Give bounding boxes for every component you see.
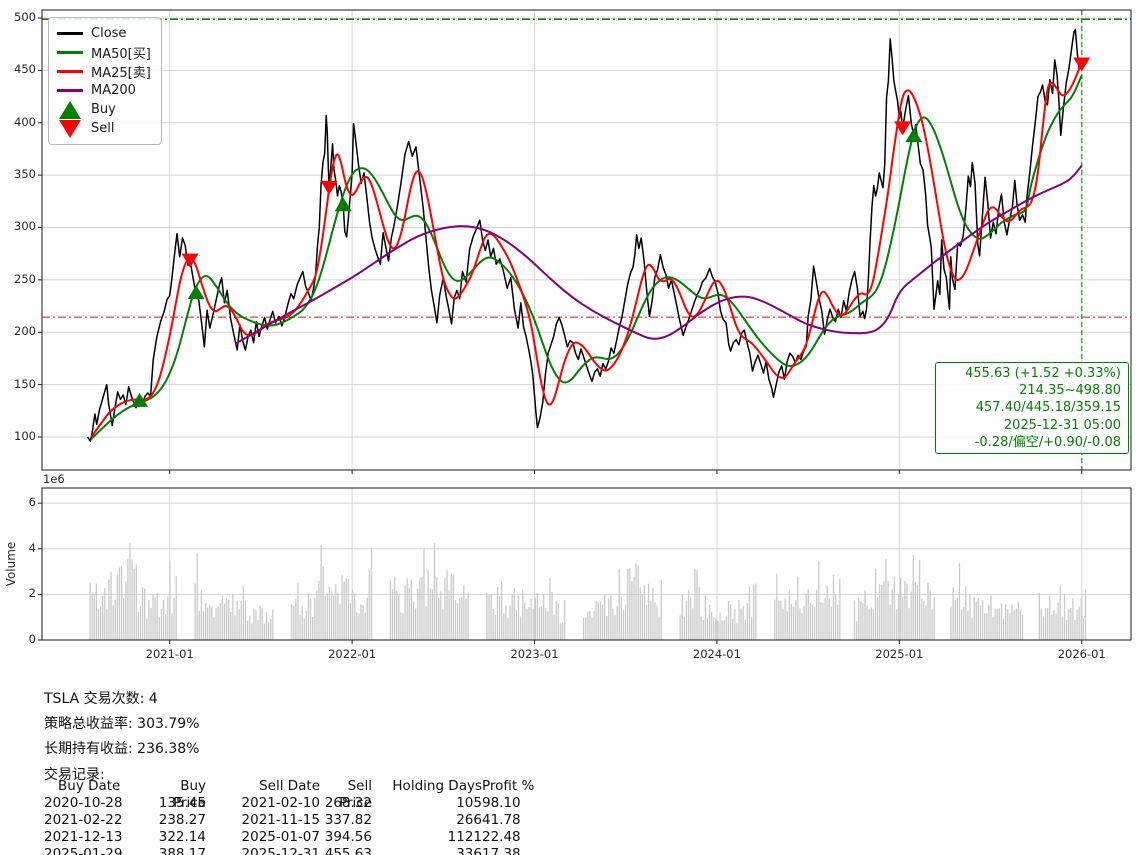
date-tick-label: 2023-01 (510, 647, 559, 661)
price-tick-label: 100 (14, 429, 36, 443)
cell: 98.10 (482, 795, 521, 811)
trade-row: 2025-01-29 388.17 2025-12-31 455.63 336 17.38 (44, 846, 556, 855)
cell: 2020-10-28 (44, 795, 123, 811)
legend-line-swatch-wrap (57, 70, 83, 73)
legend-marker-swatch-wrap (57, 119, 83, 138)
legend-line-swatch-wrap (57, 89, 83, 92)
volume-tick-label: 6 (28, 495, 36, 510)
cell: 268.32 (324, 795, 372, 811)
volume-axis-label: Volume (4, 541, 18, 587)
cell: 2021-02-10 (241, 795, 320, 811)
trade-count-line: TSLA 交易次数: 4 (44, 691, 158, 707)
legend-line-swatch-wrap (57, 32, 83, 35)
legend-label: Buy (91, 102, 116, 117)
legend-marker-swatch-wrap (57, 100, 83, 119)
legend-label: Close (91, 26, 127, 41)
cell: 337.82 (324, 812, 372, 828)
legend-line-swatch (57, 32, 83, 35)
legend-line-swatch (57, 89, 83, 92)
volume-offset-label: 1e6 (43, 472, 65, 486)
cell: 2025-12-31 (241, 846, 320, 855)
cell: 2021-12-13 (44, 829, 123, 845)
date-tick-label: 2021-01 (145, 647, 194, 661)
cell: 135.45 (158, 795, 206, 811)
legend-item-ma25-: MA25[卖] (57, 62, 151, 81)
trade-table: Buy Date Buy Price Sell Date Sell Price Hold… (44, 778, 556, 855)
price-tick-label: 400 (14, 114, 36, 129)
annotation-signal-line: -0.28/偏空/+0.90/-0.08 (974, 434, 1121, 450)
cell: 2021-11-15 (241, 812, 320, 828)
cell: 455.63 (324, 846, 372, 855)
price-tick-label: 300 (14, 219, 36, 234)
trade-row: 2021-12-13 322.14 2025-01-07 394.56 1121 22.4… (44, 829, 556, 846)
legend-item-sell: Sell (57, 119, 151, 138)
volume-tick-label: 2 (28, 586, 36, 601)
cell: 238.27 (158, 812, 206, 828)
price-tick-label: 450 (14, 62, 36, 77)
price-tick-label: 250 (14, 271, 36, 286)
cell: 388.17 (158, 846, 206, 855)
price-tick-label: 200 (14, 324, 36, 339)
legend-label: MA25[卖] (91, 66, 151, 81)
legend-item-ma200: MA200 (57, 81, 151, 100)
legend-label: MA50[买] (91, 47, 151, 62)
buy-triangle-icon (59, 100, 81, 119)
date-tick-label: 2026-01 (1057, 647, 1106, 661)
price-tick-label: 150 (14, 376, 36, 391)
legend: Close MA50[买] MA25[卖] MA200 Buy Sell (48, 17, 162, 145)
hold-return-line: 长期持有收益: 236.38% (44, 741, 200, 758)
legend-item-buy: Buy (57, 100, 151, 119)
cell: 336 (456, 846, 482, 855)
price-tick-label: 500 (14, 9, 36, 24)
annotation-range-line: 214.35~498.80 (1019, 383, 1121, 399)
legend-line-swatch (57, 70, 83, 73)
volume-tick-label: 0 (28, 632, 36, 646)
legend-line-swatch-wrap (57, 51, 83, 54)
legend-label: Sell (91, 121, 115, 136)
cell: 394.56 (324, 829, 372, 845)
cell: 41.78 (482, 812, 521, 828)
strategy-stats: TSLA 交易次数: 4 策略总收益率: 303.79% 长期持有收益: 236… (44, 687, 199, 788)
legend-item-ma50-: MA50[买] (57, 43, 151, 62)
legend-label: MA200 (91, 83, 136, 98)
cell: 2025-01-07 (241, 829, 320, 845)
legend-item-close: Close (57, 24, 151, 43)
annotation-date-line: 2025-12-31 05:00 (1003, 417, 1121, 433)
legend-line-swatch (57, 51, 83, 54)
price-volume-chart-canvas (0, 0, 1139, 668)
annotation-ma-line: 457.40/445.18/359.15 (975, 400, 1121, 416)
cell: 17.38 (482, 846, 521, 855)
cell: 105 (456, 795, 482, 811)
cell: 1121 (447, 829, 482, 845)
strategy-return-line: 策略总收益率: 303.79% (44, 716, 200, 733)
date-tick-label: 2022-01 (328, 647, 377, 661)
quote-annotation-box: 455.63 (+1.52 +0.33%) 214.35~498.80 457.… (935, 362, 1129, 455)
date-tick-label: 2024-01 (692, 647, 741, 661)
trade-row: 2021-02-22 238.27 2021-11-15 337.82 266 41.78 (44, 812, 556, 829)
cell: 2021-02-22 (44, 812, 123, 828)
annotation-price-line: 455.63 (+1.52 +0.33%) (965, 366, 1121, 381)
date-tick-label: 2025-01 (875, 647, 924, 661)
trade-table-header: Buy Date Buy Price Sell Date Sell Price Hold… (44, 778, 556, 811)
price-tick-label: 350 (14, 167, 36, 182)
cell: 22.48 (482, 829, 521, 845)
trade-row: 2020-10-28 135.45 2021-02-10 268.32 105 98.10 (44, 795, 556, 812)
cell: 266 (456, 812, 482, 828)
sell-triangle-icon (59, 119, 81, 138)
cell: 322.14 (158, 829, 206, 845)
cell: 2025-01-29 (44, 846, 123, 855)
stock-backtest-figure: 100 150 200 250 300 350 400 450 500 0 2 4 6 2021-01 20… (0, 0, 1139, 855)
